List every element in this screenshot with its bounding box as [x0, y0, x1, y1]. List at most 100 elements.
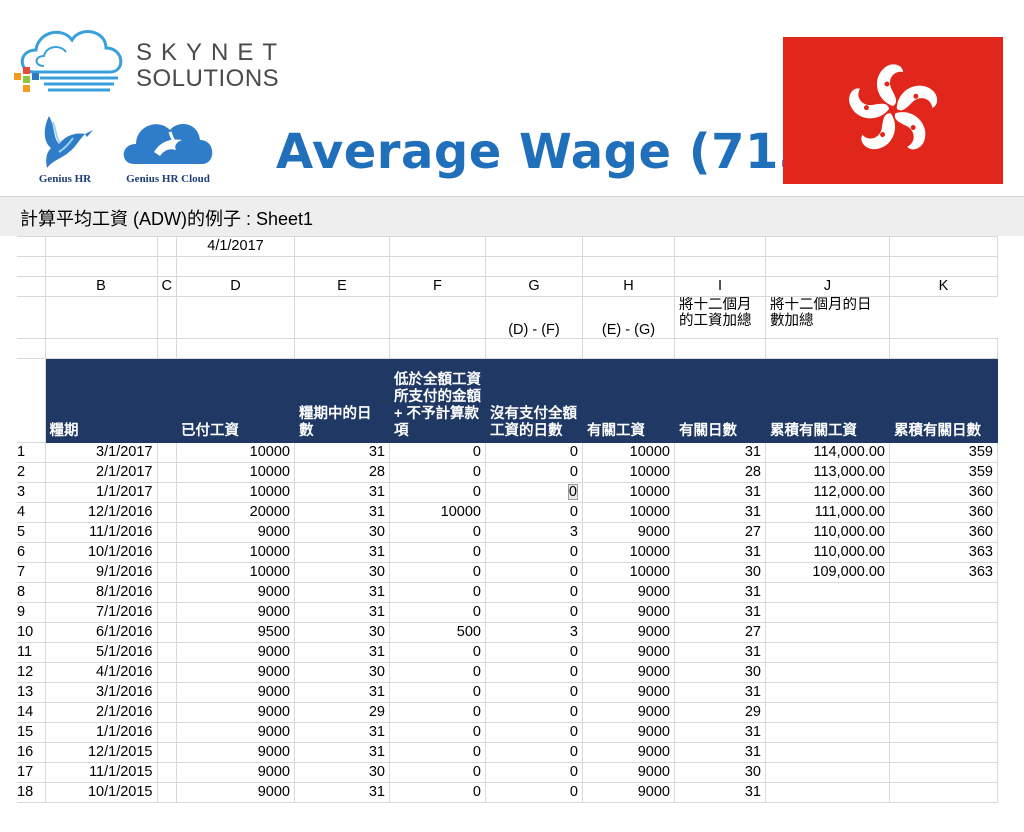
cell-h[interactable]: 10000 [581, 482, 675, 503]
cell-h[interactable]: 10000 [581, 502, 675, 523]
cell-e[interactable]: 30 [293, 562, 390, 583]
cell-j[interactable] [764, 602, 890, 623]
cell-j[interactable] [764, 782, 890, 803]
cell-g[interactable]: 0 [484, 782, 583, 803]
cell-d[interactable]: 9000 [175, 782, 295, 803]
cell-b[interactable]: 1/1/2017 [44, 482, 158, 503]
cell-i[interactable]: 27 [673, 622, 766, 643]
cell-k[interactable]: 360 [888, 482, 998, 503]
cell-g[interactable]: 0 [484, 602, 583, 623]
cell-f[interactable]: 0 [388, 542, 486, 563]
cell-g[interactable]: 0 [484, 502, 583, 523]
cell-b[interactable]: 9/1/2016 [44, 562, 158, 583]
cell-d[interactable]: 10000 [175, 562, 295, 583]
cell-e[interactable]: 31 [293, 582, 390, 603]
cell-j[interactable] [764, 642, 890, 663]
cell-g[interactable]: 0 [484, 682, 583, 703]
cell-d[interactable]: 9000 [175, 702, 295, 723]
cell-f[interactable]: 0 [388, 522, 486, 543]
cell-b[interactable]: 6/1/2016 [44, 622, 158, 643]
cell-e[interactable]: 29 [293, 702, 390, 723]
cell-c[interactable] [156, 602, 177, 623]
cell-c[interactable] [156, 542, 177, 563]
cell-h[interactable]: 9000 [581, 522, 675, 543]
cell-k[interactable]: 363 [888, 562, 998, 583]
cell-i[interactable]: 31 [673, 602, 766, 623]
cell-h[interactable]: 10000 [581, 462, 675, 483]
cell-e[interactable]: 28 [293, 462, 390, 483]
cell-e[interactable]: 30 [293, 662, 390, 683]
cell-f[interactable]: 0 [388, 742, 486, 763]
cell-f[interactable]: 0 [388, 662, 486, 683]
cell-k[interactable] [888, 642, 998, 663]
cell-c[interactable] [156, 782, 177, 803]
cell-i[interactable]: 31 [673, 582, 766, 603]
cell-e[interactable]: 30 [293, 522, 390, 543]
cell-g[interactable]: 0 [484, 442, 583, 463]
cell-d[interactable]: 10000 [175, 542, 295, 563]
cell-k[interactable] [888, 782, 998, 803]
cell-h[interactable]: 9000 [581, 782, 675, 803]
cell-f[interactable]: 0 [388, 722, 486, 743]
cell-g[interactable]: 0 [484, 722, 583, 743]
cell-h[interactable]: 10000 [581, 442, 675, 463]
cell-i[interactable]: 29 [673, 702, 766, 723]
cell-j[interactable] [764, 702, 890, 723]
date-cell[interactable]: 4/1/2017 [175, 236, 295, 257]
cell-c[interactable] [156, 502, 177, 523]
cell-b[interactable]: 2/1/2017 [44, 462, 158, 483]
cell-e[interactable]: 31 [293, 502, 390, 523]
cell-i[interactable]: 31 [673, 642, 766, 663]
cell-f[interactable]: 0 [388, 762, 486, 783]
cell-j[interactable]: 114,000.00 [764, 442, 890, 463]
cell-k[interactable]: 359 [888, 462, 998, 483]
cell-g[interactable]: 3 [484, 522, 583, 543]
cell-b[interactable]: 8/1/2016 [44, 582, 158, 603]
cell-e[interactable]: 30 [293, 762, 390, 783]
cell-e[interactable]: 31 [293, 602, 390, 623]
cell-f[interactable]: 0 [388, 682, 486, 703]
cell-b[interactable]: 11/1/2015 [44, 762, 158, 783]
cell-k[interactable]: 359 [888, 442, 998, 463]
cell-e[interactable]: 31 [293, 782, 390, 803]
cell-d[interactable]: 9000 [175, 602, 295, 623]
cell-d[interactable]: 9000 [175, 682, 295, 703]
cell-k[interactable] [888, 702, 998, 723]
cell-h[interactable]: 9000 [581, 582, 675, 603]
cell-f[interactable]: 0 [388, 462, 486, 483]
cell-f[interactable]: 0 [388, 642, 486, 663]
cell-h[interactable]: 9000 [581, 642, 675, 663]
cell-f[interactable]: 0 [388, 702, 486, 723]
cell-i[interactable]: 31 [673, 782, 766, 803]
cell-e[interactable]: 31 [293, 442, 390, 463]
cell-c[interactable] [156, 622, 177, 643]
cell-h[interactable]: 9000 [581, 682, 675, 703]
cell-c[interactable] [156, 562, 177, 583]
cell-c[interactable] [156, 442, 177, 463]
cell-i[interactable]: 30 [673, 562, 766, 583]
cell-j[interactable] [764, 622, 890, 643]
cell-i[interactable]: 27 [673, 522, 766, 543]
cell-g[interactable]: 3 [484, 622, 583, 643]
cell-j[interactable]: 111,000.00 [764, 502, 890, 523]
cell-k[interactable] [888, 682, 998, 703]
cell-j[interactable] [764, 682, 890, 703]
cell-d[interactable]: 10000 [175, 482, 295, 503]
cell-f[interactable]: 500 [388, 622, 486, 643]
cell-e[interactable]: 31 [293, 682, 390, 703]
cell-g[interactable]: 0 [484, 762, 583, 783]
cell-b[interactable]: 10/1/2016 [44, 542, 158, 563]
cell-c[interactable] [156, 762, 177, 783]
cell-h[interactable]: 9000 [581, 742, 675, 763]
cell-j[interactable] [764, 662, 890, 683]
cell-b[interactable]: 1/1/2016 [44, 722, 158, 743]
cell-d[interactable]: 9000 [175, 722, 295, 743]
cell-d[interactable]: 9000 [175, 662, 295, 683]
cell-d[interactable]: 9000 [175, 762, 295, 783]
cell-k[interactable]: 360 [888, 522, 998, 543]
cell-h[interactable]: 9000 [581, 722, 675, 743]
cell-f[interactable]: 10000 [388, 502, 486, 523]
cell-k[interactable] [888, 742, 998, 763]
cell-b[interactable]: 5/1/2016 [44, 642, 158, 663]
cell-d[interactable]: 9000 [175, 522, 295, 543]
